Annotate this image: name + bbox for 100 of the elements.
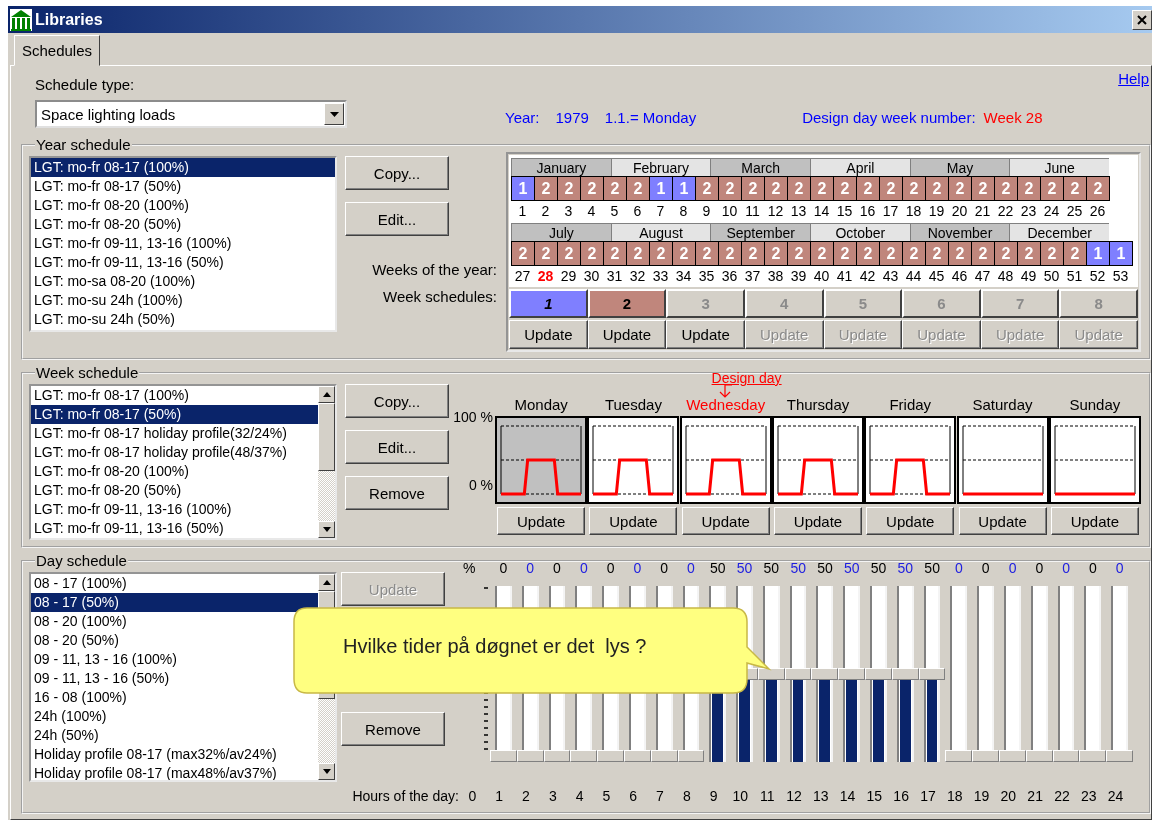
callout-text: Hvilke tider på døgnet er det lys ? [343, 635, 647, 658]
hour-value: 50 [896, 560, 915, 578]
hour-value: 50 [735, 560, 754, 578]
week-number: 27 [513, 267, 532, 286]
week-number: 12 [766, 202, 785, 221]
week-number: 19 [927, 202, 946, 221]
week-number: 18 [904, 202, 923, 221]
group-title: Year schedule [35, 136, 132, 153]
week-number: 9 [701, 202, 712, 221]
first-day-text: 1.1.= Monday [604, 109, 697, 126]
hour-value: 50 [869, 560, 888, 578]
week-number: 8 [678, 202, 689, 221]
unit-label: % [463, 560, 477, 578]
week-number: 15 [835, 202, 854, 221]
year-label: Year: [505, 109, 540, 126]
month-header: March [710, 158, 810, 176]
week-number: 2 [540, 202, 551, 221]
design-week-label: Design day week number: [802, 109, 976, 126]
week-number: 46 [950, 267, 969, 286]
hour-tick-label: 5 [601, 788, 612, 804]
hour-value: 0 [578, 560, 589, 578]
week-number: 23 [1019, 202, 1038, 221]
hour-tick-label: 7 [655, 788, 665, 804]
hour-tick-label: 9 [708, 788, 719, 804]
week-number: 53 [1111, 267, 1130, 286]
month-header: February [610, 158, 711, 176]
week-number: 29 [559, 267, 578, 286]
hour-tick-label: 19 [972, 788, 991, 804]
hour-tick-label: 13 [811, 788, 830, 804]
week-number: 48 [996, 267, 1015, 286]
week-number: 36 [720, 267, 739, 286]
hour-value: 50 [762, 560, 781, 578]
month-header: December [1009, 223, 1110, 241]
month-header: April [810, 158, 910, 176]
week-number: 10 [720, 202, 739, 221]
week-number: 6 [632, 202, 643, 221]
hour-tick-label: 6 [628, 788, 639, 804]
week-number: 21 [973, 202, 992, 221]
month-header: January [511, 158, 611, 176]
hours-label: Hours of the day: [351, 788, 459, 804]
week-number: 39 [789, 267, 808, 286]
day-name: Tuesday [604, 396, 662, 414]
hour-tick-label: 12 [785, 788, 803, 804]
month-header: August [610, 223, 711, 241]
month-header: November [909, 223, 1010, 241]
week-number: 44 [904, 267, 923, 286]
week-number: 4 [586, 202, 597, 221]
hour-value: 0 [1088, 560, 1098, 578]
weeks-label: Weeks of the year: [371, 261, 498, 279]
week-number: 42 [858, 267, 877, 286]
design-week-value: Week 28 [983, 109, 1043, 126]
day-name: Sunday [1069, 396, 1121, 414]
week-number: 5 [609, 202, 620, 221]
week-number: 34 [674, 267, 693, 286]
hour-tick-label: 2 [521, 788, 531, 804]
week-number: 17 [881, 202, 900, 221]
week-number: 16 [858, 202, 877, 221]
hour-value: 0 [980, 560, 991, 578]
week-number: 45 [927, 267, 946, 286]
week-number: 20 [950, 202, 969, 221]
week-number: 33 [651, 267, 670, 286]
week-number: 41 [835, 267, 854, 286]
week-number: 13 [789, 202, 808, 221]
hour-tick-label: 11 [758, 788, 776, 804]
hour-value: 0 [686, 560, 696, 578]
hour-value: 50 [842, 560, 861, 578]
week-number: 3 [563, 202, 574, 221]
hour-value: 0 [632, 560, 643, 578]
hour-tick-label: 1 [494, 788, 505, 804]
hour-tick-label: 8 [681, 788, 692, 804]
month-header: September [710, 223, 810, 241]
week-number: 35 [697, 267, 716, 286]
group-title: Day schedule [35, 552, 128, 569]
axis-label: 100 % [453, 409, 493, 425]
hour-tick-label: 4 [574, 788, 585, 804]
year-value: 1979 [555, 109, 589, 126]
month-header: May [909, 158, 1010, 176]
month-header: July [511, 223, 611, 241]
hour-tick-label: 14 [838, 788, 857, 804]
hour-tick-label: 24 [1106, 788, 1125, 804]
week-number: 31 [605, 267, 624, 286]
week-number: 52 [1088, 267, 1107, 286]
hour-tick-label: 20 [999, 788, 1018, 804]
hour-tick-label: 17 [919, 788, 937, 804]
group-title: Week schedule [35, 364, 140, 381]
hour-value: 0 [1061, 560, 1072, 578]
week-number: 22 [996, 202, 1015, 221]
hour-value: 0 [954, 560, 964, 578]
hour-tick-label: 22 [1053, 788, 1071, 804]
week-number: 11 [744, 202, 761, 221]
hour-tick-label: 15 [865, 788, 884, 804]
hour-tick-label: 16 [892, 788, 910, 804]
week-number: 49 [1019, 267, 1038, 286]
week-schedules-label: Week schedules: [382, 288, 498, 306]
hour-tick-label: 21 [1026, 788, 1044, 804]
week-number: 14 [812, 202, 831, 221]
hour-value: 0 [1007, 560, 1018, 578]
week-number: 1 [517, 202, 528, 221]
hour-value: 0 [552, 560, 562, 578]
week-number: 43 [881, 267, 900, 286]
